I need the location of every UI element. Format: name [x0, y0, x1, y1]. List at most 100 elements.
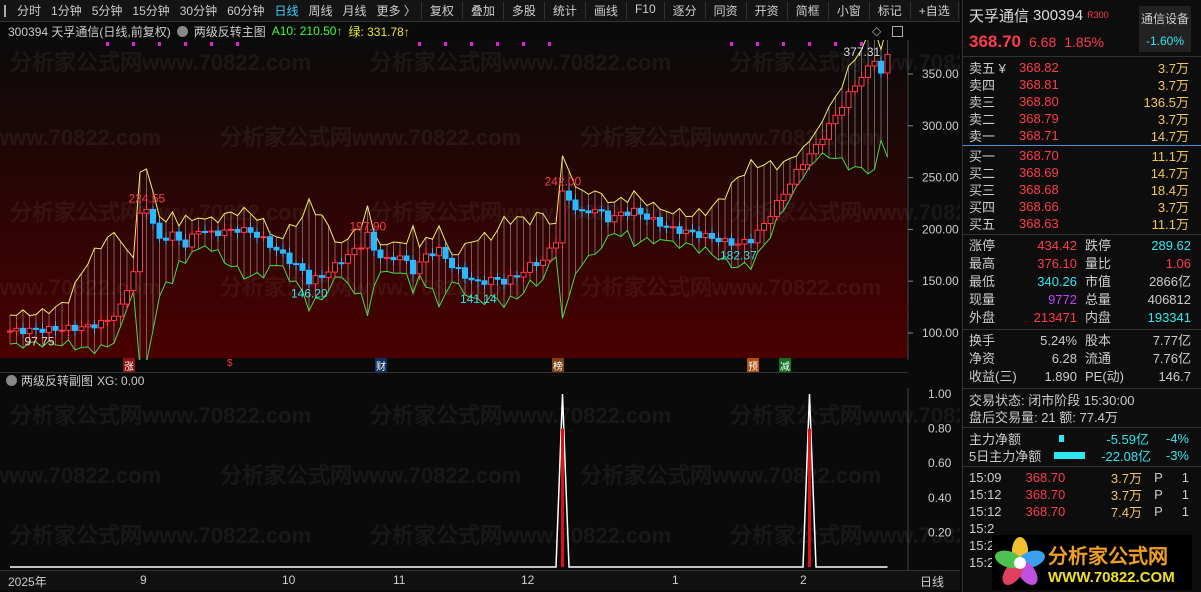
- indicator-dropdown-icon[interactable]: [176, 25, 188, 37]
- event-marker[interactable]: 减: [779, 358, 791, 373]
- period-tab-6[interactable]: 日线: [269, 2, 303, 19]
- candle-body: [442, 246, 449, 259]
- tick-volume: 7.4万: [1110, 505, 1142, 520]
- main-chart[interactable]: 分析家公式网www.70822.com 分析家公式网www.70822.com 分析…: [0, 40, 960, 360]
- bids-volume: 11.1万: [1151, 217, 1189, 232]
- event-marker[interactable]: 榜: [552, 358, 564, 373]
- stat-value: 7.76亿: [1152, 351, 1191, 366]
- candle-body: [59, 329, 65, 332]
- period-tab-4[interactable]: 30分钟: [175, 2, 222, 19]
- period-tab-5[interactable]: 60分钟: [222, 2, 269, 19]
- toolbar-button-3[interactable]: 统计: [543, 2, 585, 19]
- candle-body: [189, 233, 195, 248]
- toolbar-button-10[interactable]: 小窗: [827, 2, 869, 19]
- period-tab-0[interactable]: 分时: [12, 2, 46, 19]
- date-label: 2: [800, 573, 807, 587]
- candle-body: [312, 275, 319, 285]
- toolbar-button-5[interactable]: F10: [625, 2, 664, 19]
- asks-row: 卖一 368.71 14.7万: [963, 127, 1201, 144]
- candle-body: [631, 207, 637, 216]
- stat-value: 289.62: [1151, 238, 1191, 253]
- candle-body: [273, 246, 280, 251]
- period-tab-1[interactable]: 1分钟: [46, 2, 87, 19]
- panel-toggle-icon[interactable]: [4, 4, 6, 17]
- candle-body: [800, 164, 806, 170]
- tick-count: 1: [1181, 487, 1189, 502]
- candle-body: [371, 231, 377, 251]
- candle-body: [117, 303, 124, 317]
- asks-volume: 14.7万: [1150, 129, 1189, 144]
- toolbar-button-8[interactable]: 开资: [745, 2, 787, 19]
- watermark-text: 分析家公式网www.70822.com: [370, 50, 671, 75]
- candle-body: [358, 247, 364, 250]
- toolbar-button-11[interactable]: 标记: [868, 2, 910, 19]
- candle-body: [130, 271, 137, 292]
- candle-body: [709, 232, 715, 239]
- candle-body: [754, 229, 761, 244]
- diamond-icon[interactable]: ◇: [872, 24, 881, 38]
- candle-body: [494, 276, 501, 280]
- candle-body: [390, 256, 397, 261]
- candle-body: [793, 168, 800, 185]
- event-marker[interactable]: $: [226, 358, 234, 369]
- indicator-name[interactable]: 两级反转主图: [194, 23, 266, 40]
- date-label: 2025年: [8, 575, 47, 589]
- signal-dot: [158, 42, 161, 46]
- toolbar-button-4[interactable]: 画线: [584, 2, 626, 19]
- candle-body: [728, 238, 735, 246]
- period-tab-9[interactable]: 更多 〉: [372, 2, 421, 19]
- indicator-dropdown-icon[interactable]: [6, 375, 17, 386]
- event-markers: 涨 $ 财 榜 预 减: [0, 358, 908, 373]
- period-tab-2[interactable]: 5分钟: [87, 2, 128, 19]
- price-tick: 100.00: [922, 326, 959, 340]
- candle-body: [546, 247, 553, 261]
- a10-value: A10: 210.50↑: [271, 24, 343, 38]
- signal-dot: [106, 42, 109, 46]
- after-hours: 盘后交易量: 21 额: 77.4万: [969, 410, 1118, 425]
- toolbar-button-12[interactable]: +自选: [909, 2, 958, 19]
- industry-box[interactable]: 通信设备 -1.60%: [1139, 6, 1191, 52]
- tick-count: 1: [1181, 504, 1189, 519]
- candle-body: [156, 222, 163, 239]
- price-label: 146.20: [291, 287, 328, 301]
- toolbar-button-6[interactable]: 逐分: [663, 2, 705, 19]
- candle-body: [137, 212, 143, 273]
- candle-body: [780, 193, 787, 202]
- asks-row: 卖五 ¥368.82 3.7万: [963, 59, 1201, 76]
- candle-body: [286, 252, 293, 265]
- event-marker[interactable]: 涨: [123, 358, 135, 373]
- event-marker[interactable]: 财: [375, 358, 387, 373]
- event-marker[interactable]: 预: [747, 358, 759, 373]
- candle-body: [169, 231, 176, 241]
- candle-body: [722, 238, 728, 243]
- stat-label: 流通: [1085, 351, 1112, 366]
- candle-body: [858, 76, 865, 87]
- toolbar-button-9[interactable]: 简框: [786, 2, 828, 19]
- candle-body: [540, 259, 546, 267]
- date-label: 日线: [920, 575, 945, 589]
- period-tab-8[interactable]: 月线: [338, 2, 372, 19]
- stat-value: 1.06: [1165, 256, 1191, 271]
- indicator-tick: 1.00: [928, 388, 952, 401]
- quote-panel: 天孚通信 300394 R300 通信设备 -1.60% 368.70 6.68…: [962, 0, 1201, 592]
- candle-body: [384, 256, 390, 259]
- sub-indicator-name[interactable]: 两级反转副图: [21, 372, 93, 389]
- window-icon[interactable]: [892, 25, 903, 37]
- tick-row: 15:09 368.70 3.7万 P 1: [963, 469, 1201, 486]
- asks-price: 368.80: [1019, 94, 1059, 109]
- period-tab-7[interactable]: 周线: [303, 2, 337, 19]
- stat-label: 外盘: [969, 310, 996, 325]
- toolbar-button-2[interactable]: 多股: [502, 2, 544, 19]
- toolbar-button-7[interactable]: 同资: [704, 2, 746, 19]
- candle-body: [683, 229, 689, 234]
- candle-body: [689, 229, 696, 233]
- date-label: 1: [672, 573, 679, 587]
- stat-value: 7.77亿: [1152, 333, 1191, 348]
- candle-body: [176, 231, 182, 241]
- toolbar-button-0[interactable]: 复权: [420, 2, 462, 19]
- sub-chart[interactable]: 分析家公式网www.70822.com 分析家公式网www.70822.com 分析…: [0, 388, 960, 570]
- toolbar-button-1[interactable]: 叠加: [461, 2, 503, 19]
- period-tab-3[interactable]: 15分钟: [127, 2, 174, 19]
- candle-body: [85, 324, 91, 328]
- candle-body: [52, 325, 59, 331]
